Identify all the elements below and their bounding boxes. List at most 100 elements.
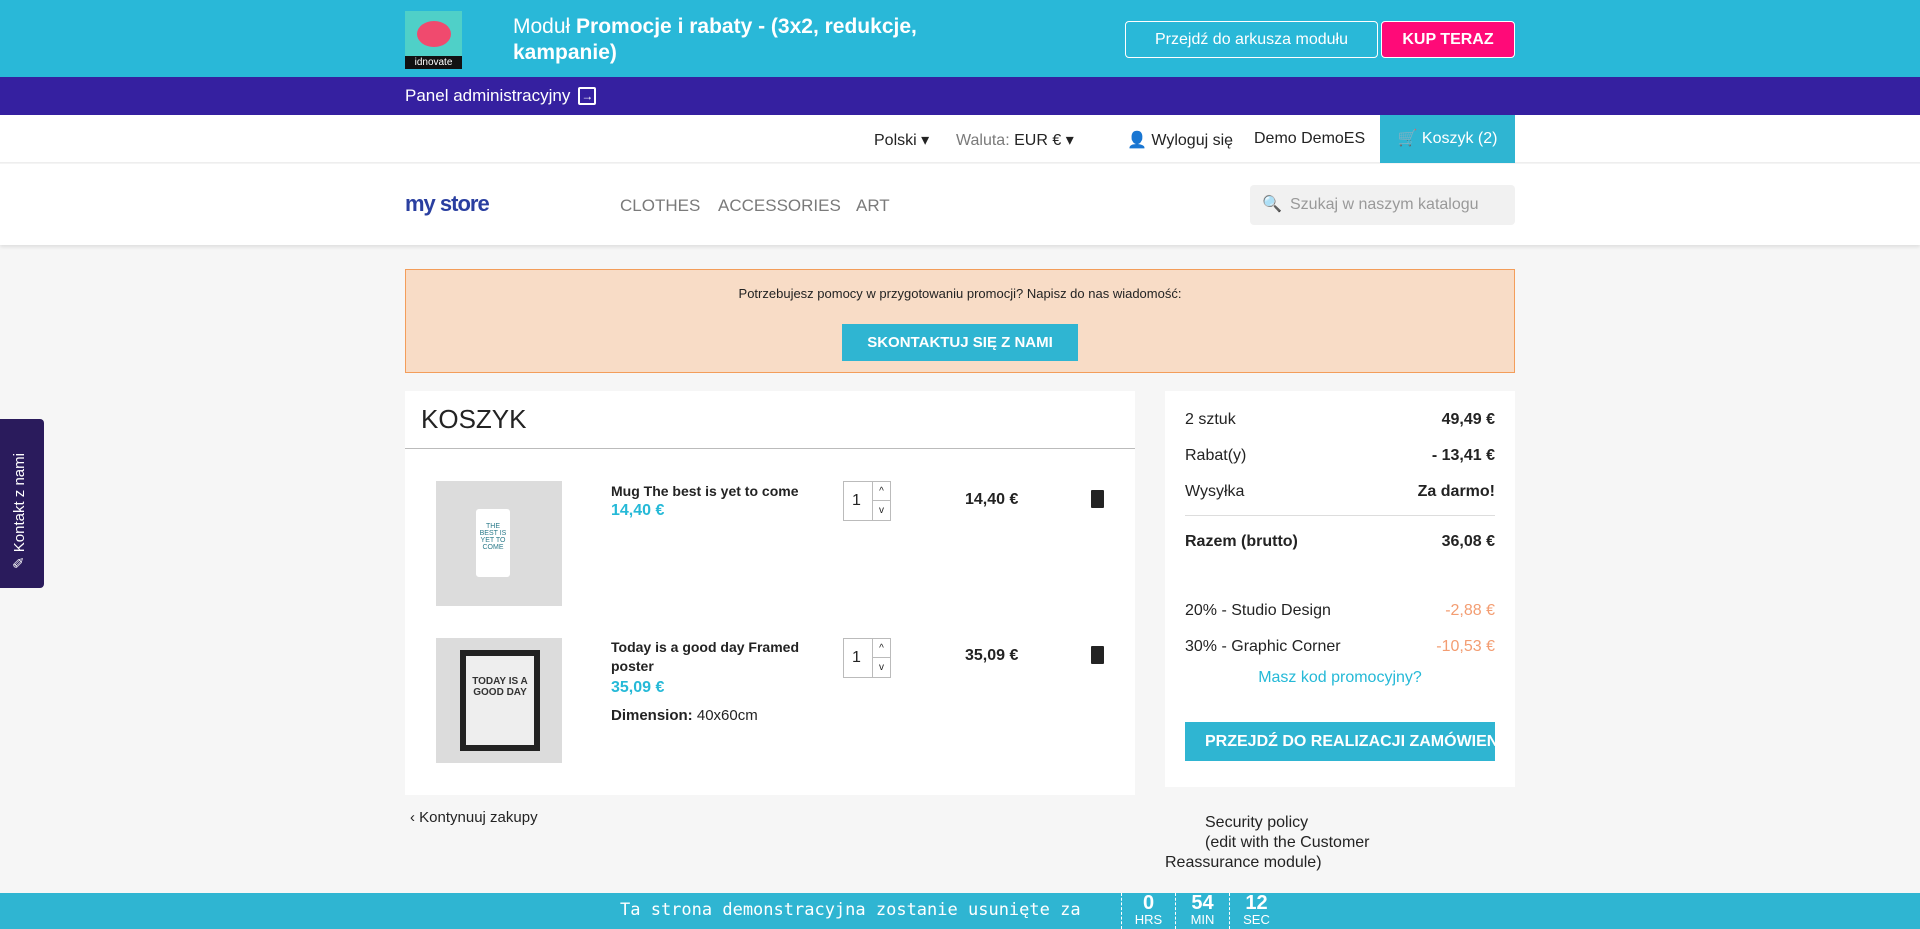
reassurance-title: Security policy — [1205, 814, 1309, 831]
seconds-label: SEC — [1243, 912, 1270, 927]
quantity-value: 1 — [852, 492, 861, 509]
seconds-value: 12 — [1245, 892, 1268, 914]
currency-value: EUR € — [1014, 132, 1062, 149]
cart-label: Koszyk (2) — [1421, 130, 1498, 147]
language-select[interactable]: Polski ▾ — [874, 130, 929, 150]
increment-icon[interactable]: ^ — [872, 639, 890, 658]
mug-graphic: THE BEST IS YET TO COME — [476, 509, 510, 577]
cart-icon: 🛒 — [1397, 130, 1418, 147]
label: Razem (brutto) — [1185, 533, 1298, 550]
logo-text: idnovate — [405, 56, 462, 69]
countdown-minutes: 54 MIN — [1175, 893, 1229, 929]
countdown-seconds: 12 SEC — [1229, 893, 1283, 929]
search-icon: 🔍 — [1262, 196, 1282, 213]
language-value: Polski — [874, 132, 917, 149]
user-icon: 👤 — [1127, 132, 1147, 149]
divider — [1185, 515, 1495, 516]
attribute-label: Dimension: — [611, 707, 693, 724]
hours-label: HRS — [1134, 912, 1163, 927]
line-total: 35,09 € — [965, 647, 1019, 664]
cart-title: KOSZYK — [421, 404, 527, 434]
admin-bar — [0, 77, 1920, 115]
admin-panel-link[interactable]: Panel administracyjny → — [405, 86, 597, 106]
cart-rule-row: 20% - Studio Design -2,88 € — [1185, 602, 1495, 620]
label: Rabat(y) — [1185, 447, 1247, 464]
decrement-icon[interactable]: v — [872, 501, 890, 520]
value: -2,88 € — [1445, 602, 1495, 619]
store-logo[interactable]: my store — [405, 191, 490, 217]
title-prefix: Moduł — [513, 15, 577, 38]
logout-label: Wyloguj się — [1151, 132, 1234, 149]
increment-icon[interactable]: ^ — [872, 482, 890, 501]
value: Za darmo! — [1417, 483, 1495, 500]
caret-down-icon: ▾ — [921, 132, 930, 149]
product-attribute: Dimension: 40x60cm — [611, 707, 758, 724]
logout-link[interactable]: 👤 Wyloguj się — [1127, 130, 1233, 150]
demo-text: Ta strona demonstracyjna zostanie usunię… — [620, 900, 1081, 920]
product-price: 35,09 € — [611, 679, 665, 696]
menu-clothes[interactable]: CLOTHES — [620, 196, 700, 216]
label: 2 sztuk — [1185, 411, 1236, 428]
contact-us-button[interactable]: SKONTAKTUJ SIĘ Z NAMI — [842, 324, 1078, 361]
menu-art[interactable]: ART — [856, 196, 890, 216]
module-sheet-button[interactable]: Przejdź do arkusza modułu — [1125, 21, 1378, 58]
label: 30% - Graphic Corner — [1185, 638, 1341, 655]
value: 49,49 € — [1441, 411, 1495, 428]
buy-now-button[interactable]: KUP TERAZ — [1381, 21, 1515, 58]
chevron-left-icon: ‹ — [410, 809, 415, 826]
currency-select[interactable]: Waluta: EUR € ▾ — [956, 130, 1074, 150]
quantity-stepper[interactable]: 1 ^ v — [843, 638, 891, 678]
admin-label: Panel administracyjny — [405, 86, 571, 105]
delete-icon[interactable] — [1091, 646, 1104, 664]
currency-label: Waluta: — [956, 132, 1010, 149]
label: 20% - Studio Design — [1185, 602, 1331, 619]
minutes-value: 54 — [1191, 892, 1214, 914]
promo-code-link[interactable]: Masz kod promocyjny? — [1185, 669, 1495, 687]
cart-button[interactable]: 🛒 Koszyk (2) — [1380, 115, 1515, 163]
continue-label: Kontynuuj zakupy — [419, 809, 538, 826]
product-price: 14,40 € — [611, 502, 665, 519]
reassurance-text: (edit with the Customer Reassurance modu… — [1165, 834, 1370, 871]
cart-rule-row: 30% - Graphic Corner -10,53 € — [1185, 638, 1495, 656]
continue-shopping-link[interactable]: ‹ Kontynuuj zakupy — [410, 809, 538, 826]
menu-accessories[interactable]: ACCESSORIES — [718, 196, 841, 216]
customer-account-link[interactable]: Demo DemoES — [1254, 130, 1365, 148]
delete-icon[interactable] — [1091, 490, 1104, 508]
reassurance-block: Security policy (edit with the Customer R… — [1165, 813, 1465, 873]
alert-text: Potrzebujesz pomocy w przygotowaniu prom… — [738, 286, 1182, 301]
value: 36,08 € — [1441, 533, 1495, 550]
piggy-bank-icon — [417, 21, 451, 47]
idnovate-logo: idnovate — [405, 11, 462, 69]
quantity-stepper[interactable]: 1 ^ v — [843, 481, 891, 521]
search-input[interactable]: 🔍 Szukaj w naszym katalogu — [1250, 185, 1515, 225]
product-image-mug[interactable]: THE BEST IS YET TO COME — [436, 481, 562, 606]
search-placeholder: Szukaj w naszym katalogu — [1290, 196, 1479, 213]
contact-tab[interactable]: ✎ Kontakt z nami — [0, 419, 44, 588]
divider — [405, 448, 1135, 449]
label: Wysyłka — [1185, 483, 1245, 500]
poster-graphic: TODAY IS A GOOD DAY — [466, 656, 534, 745]
value: - 13,41 € — [1431, 447, 1495, 464]
checkout-button[interactable]: PRZEJDŹ DO REALIZACJI ZAMÓWIENIA — [1185, 722, 1495, 761]
line-total: 14,40 € — [965, 491, 1019, 508]
product-name[interactable]: Today is a good day Framed poster — [611, 638, 811, 676]
pencil-icon: ✎ — [11, 556, 28, 569]
summary-items-row: 2 sztuk 49,49 € — [1185, 411, 1495, 429]
product-name[interactable]: Mug The best is yet to come — [611, 482, 811, 501]
site-header — [0, 164, 1920, 245]
value: -10,53 € — [1436, 638, 1495, 655]
login-icon: → — [578, 87, 597, 105]
countdown-hours: 0 HRS — [1121, 893, 1175, 929]
hours-value: 0 — [1142, 892, 1155, 914]
caret-down-icon: ▾ — [1065, 132, 1074, 149]
summary-discount-row: Rabat(y) - 13,41 € — [1185, 447, 1495, 465]
quantity-value: 1 — [852, 649, 861, 666]
contact-tab-label: Kontakt z nami — [11, 453, 28, 553]
module-title: Moduł Promocje i rabaty - (3x2, redukcje… — [513, 14, 1013, 66]
decrement-icon[interactable]: v — [872, 658, 890, 677]
attribute-value: 40x60cm — [696, 707, 758, 724]
minutes-label: MIN — [1190, 912, 1215, 927]
product-image-poster[interactable]: TODAY IS A GOOD DAY — [436, 638, 562, 763]
summary-total-row: Razem (brutto) 36,08 € — [1185, 533, 1495, 551]
summary-shipping-row: Wysyłka Za darmo! — [1185, 483, 1495, 501]
